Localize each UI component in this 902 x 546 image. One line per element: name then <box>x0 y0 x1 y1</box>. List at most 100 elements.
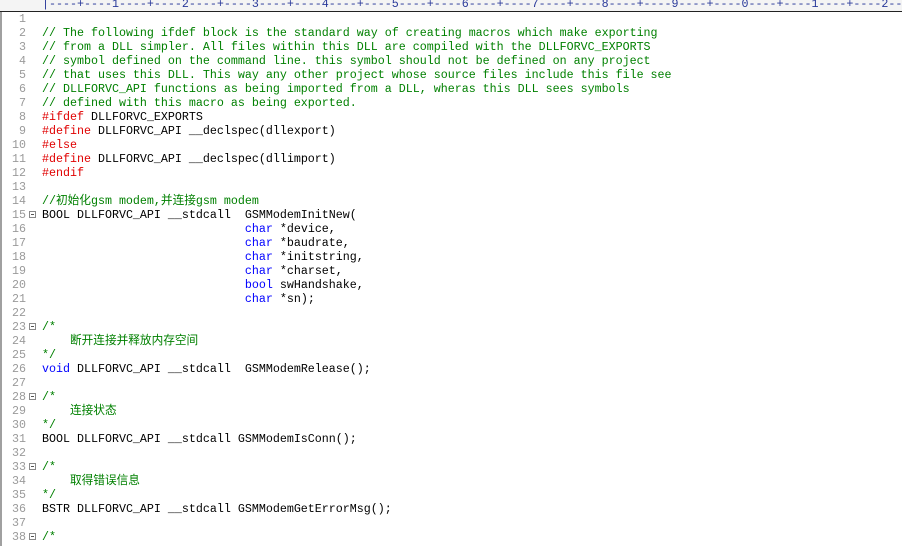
code-line[interactable]: 8 #ifdef DLLFORVC_EXPORTS <box>0 110 902 124</box>
line-number: 6 <box>19 82 26 96</box>
code-token: BOOL DLLFORVC_API __stdcall GSMModemIsCo… <box>42 432 357 446</box>
code-line[interactable]: 1 <box>0 12 902 26</box>
code-text: #define DLLFORVC_API __declspec(dllexpor… <box>42 124 336 138</box>
code-token: *sn); <box>272 292 315 306</box>
code-line[interactable]: 36 BSTR DLLFORVC_API __stdcall GSMModemGe… <box>0 502 902 516</box>
fold-collapse-icon[interactable] <box>29 533 36 540</box>
code-line[interactable]: 5 // that uses this DLL. This way any oth… <box>0 68 902 82</box>
code-text: char *sn); <box>42 292 315 306</box>
code-line[interactable]: 23 /* <box>0 320 902 334</box>
line-number: 29 <box>12 404 26 418</box>
column-ruler: |----+----1----+----2----+----3----+----… <box>0 0 902 12</box>
code-text: */ <box>42 348 56 362</box>
code-text: BOOL DLLFORVC_API __stdcall GSMModemIsCo… <box>42 432 357 446</box>
line-number: 36 <box>12 502 26 516</box>
code-line[interactable]: 19 char *charset, <box>0 264 902 278</box>
code-token: DLLFORVC_API __declspec(dllexport) <box>90 124 336 138</box>
fold-collapse-icon[interactable] <box>29 463 36 470</box>
code-text: // DLLFORVC_API functions as being impor… <box>42 82 630 96</box>
line-number: 25 <box>12 348 26 362</box>
code-text: /* <box>42 530 56 544</box>
code-line[interactable]: 21 char *sn); <box>0 292 902 306</box>
comment-token: // defined with this macro as being expo… <box>42 96 357 110</box>
code-line[interactable]: 4 // symbol defined on the command line. … <box>0 54 902 68</box>
code-line[interactable]: 9 #define DLLFORVC_API __declspec(dllexpo… <box>0 124 902 138</box>
code-line[interactable]: 17 char *baudrate, <box>0 236 902 250</box>
code-line[interactable]: 13 <box>0 180 902 194</box>
fold-collapse-icon[interactable] <box>29 211 36 218</box>
code-line[interactable]: 25 */ <box>0 348 902 362</box>
code-line[interactable]: 16 char *device, <box>0 222 902 236</box>
code-line[interactable]: 7 // defined with this macro as being exp… <box>0 96 902 110</box>
code-text: char *initstring, <box>42 250 364 264</box>
code-line[interactable]: 14 //初始化gsm modem,并连接gsm modem <box>0 194 902 208</box>
code-line[interactable]: 37 <box>0 516 902 530</box>
preprocessor-token: #define <box>42 152 91 166</box>
code-line[interactable]: 10 #else <box>0 138 902 152</box>
code-token: BSTR DLLFORVC_API __stdcall GSMModemGetE… <box>42 502 392 516</box>
code-line[interactable]: 3 // from a DLL simpler. All files within… <box>0 40 902 54</box>
code-text: #ifdef DLLFORVC_EXPORTS <box>42 110 203 124</box>
code-token: swHandshake, <box>272 278 364 292</box>
line-number: 38 <box>12 530 26 544</box>
line-number: 22 <box>12 306 26 320</box>
fold-collapse-icon[interactable] <box>29 393 36 400</box>
line-number: 35 <box>12 488 26 502</box>
code-line[interactable]: 11 #define DLLFORVC_API __declspec(dllimp… <box>0 152 902 166</box>
code-line[interactable]: 35 */ <box>0 488 902 502</box>
code-line[interactable]: 30 */ <box>0 418 902 432</box>
line-number: 9 <box>19 124 26 138</box>
fold-collapse-icon[interactable] <box>29 323 36 330</box>
code-text: BSTR DLLFORVC_API __stdcall GSMModemGetE… <box>42 502 392 516</box>
line-number: 4 <box>19 54 26 68</box>
code-line[interactable]: 27 <box>0 376 902 390</box>
comment-token: /* <box>42 320 56 334</box>
code-line[interactable]: 28 /* <box>0 390 902 404</box>
code-text: */ <box>42 488 56 502</box>
code-text: 取得错误信息 <box>42 474 140 488</box>
comment-token: // symbol defined on the command line. t… <box>42 54 651 68</box>
line-number: 5 <box>19 68 26 82</box>
code-text: char *baudrate, <box>42 236 350 250</box>
code-text: // that uses this DLL. This way any othe… <box>42 68 672 82</box>
line-number: 34 <box>12 474 26 488</box>
code-line[interactable]: 24 断开连接并释放内存空间 <box>0 334 902 348</box>
code-line[interactable]: 6 // DLLFORVC_API functions as being impo… <box>0 82 902 96</box>
code-line[interactable]: 31 BOOL DLLFORVC_API __stdcall GSMModemIs… <box>0 432 902 446</box>
code-token: DLLFORVC_API __declspec(dllimport) <box>90 152 336 166</box>
comment-token: */ <box>42 348 56 362</box>
line-number: 28 <box>12 390 26 404</box>
code-token: DLLFORVC_API __stdcall GSMModemRelease()… <box>69 362 371 376</box>
comment-token: /* <box>42 530 56 544</box>
code-line[interactable]: 33 /* <box>0 460 902 474</box>
code-line[interactable]: 18 char *initstring, <box>0 250 902 264</box>
code-line[interactable]: 22 <box>0 306 902 320</box>
code-line[interactable]: 34 取得错误信息 <box>0 474 902 488</box>
code-token: *initstring, <box>272 250 364 264</box>
code-line[interactable]: 32 <box>0 446 902 460</box>
line-number: 10 <box>12 138 26 152</box>
line-number: 27 <box>12 376 26 390</box>
comment-token: 取得错误信息 <box>42 474 140 488</box>
code-text: // defined with this macro as being expo… <box>42 96 357 110</box>
code-line[interactable]: 15 BOOL DLLFORVC_API __stdcall GSMModemIn… <box>0 208 902 222</box>
code-line[interactable]: 2 // The following ifdef block is the sta… <box>0 26 902 40</box>
code-line[interactable]: 26 void DLLFORVC_API __stdcall GSMModemRe… <box>0 362 902 376</box>
code-line[interactable]: 38 /* <box>0 530 902 544</box>
code-line[interactable]: 29 连接状态 <box>0 404 902 418</box>
code-line[interactable]: 12 #endif <box>0 166 902 180</box>
keyword-token: char <box>244 222 273 236</box>
line-number: 32 <box>12 446 26 460</box>
code-line[interactable]: 20 bool swHandshake, <box>0 278 902 292</box>
code-editor[interactable]: 1 2 // The following ifdef block is the st… <box>0 12 902 544</box>
preprocessor-token: #define <box>42 124 91 138</box>
line-number: 20 <box>12 278 26 292</box>
comment-token: // that uses this DLL. This way any othe… <box>42 68 672 82</box>
preprocessor-token: #else <box>42 138 77 152</box>
code-text: #define DLLFORVC_API __declspec(dllimpor… <box>42 152 336 166</box>
code-token: *device, <box>272 222 336 236</box>
